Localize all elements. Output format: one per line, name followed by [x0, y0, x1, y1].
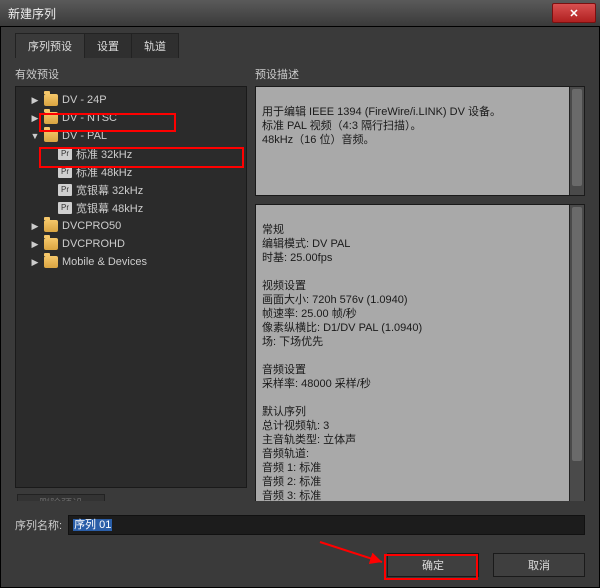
tree-folder-dvcprohd[interactable]: ▶ DVCPROHD [16, 235, 246, 253]
chevron-right-icon[interactable]: ▶ [30, 221, 40, 232]
tree-preset-std32[interactable]: Pr 标准 32kHz [16, 145, 246, 163]
tab-presets[interactable]: 序列预设 [15, 33, 85, 58]
sequence-name-value: 序列 01 [73, 519, 112, 531]
window-title: 新建序列 [4, 5, 552, 22]
folder-icon [44, 238, 58, 250]
ok-button[interactable]: 确定 [387, 553, 479, 577]
tree-label: 标准 32kHz [76, 146, 132, 162]
tree-folder-dvpal[interactable]: ▼ DV - PAL [16, 127, 246, 145]
scrollbar[interactable] [569, 205, 584, 501]
tab-strip: 序列预设 设置 轨道 [1, 27, 599, 58]
left-panel-label: 有效预设 [15, 62, 247, 86]
preset-description-summary: 用于编辑 IEEE 1394 (FireWire/i.LINK) DV 设备。 … [255, 86, 585, 196]
preset-icon: Pr [58, 184, 72, 196]
sequence-name-label: 序列名称: [15, 517, 62, 533]
description-text: 用于编辑 IEEE 1394 (FireWire/i.LINK) DV 设备。 … [262, 106, 501, 146]
tree-preset-ws32[interactable]: Pr 宽银幕 32kHz [16, 181, 246, 199]
folder-icon [44, 130, 58, 142]
folder-icon [44, 112, 58, 124]
tree-label: 宽银幕 48kHz [76, 200, 143, 216]
close-button[interactable]: ✕ [552, 3, 596, 23]
tree-preset-ws48[interactable]: Pr 宽银幕 48kHz [16, 199, 246, 217]
tree-folder-dv24p[interactable]: ▶ DV - 24P [16, 91, 246, 109]
tab-tracks[interactable]: 轨道 [132, 33, 179, 58]
preset-icon: Pr [58, 202, 72, 214]
scrollbar[interactable] [569, 87, 584, 195]
tree-label: Mobile & Devices [62, 256, 147, 268]
preset-description-details: 常规 编辑模式: DV PAL 时基: 25.00fps 视频设置 画面大小: … [255, 204, 585, 501]
folder-icon [44, 220, 58, 232]
title-bar: 新建序列 ✕ [0, 0, 600, 26]
chevron-right-icon[interactable]: ▶ [30, 257, 40, 268]
chevron-right-icon[interactable]: ▶ [30, 113, 40, 124]
tree-label: DV - 24P [62, 94, 107, 106]
delete-preset-button: 删除预设 [17, 494, 105, 501]
chevron-down-icon[interactable]: ▼ [30, 131, 40, 141]
preset-icon: Pr [58, 148, 72, 160]
tree-preset-std48[interactable]: Pr 标准 48kHz [16, 163, 246, 181]
tree-label: DVCPROHD [62, 238, 125, 250]
chevron-right-icon[interactable]: ▶ [30, 95, 40, 106]
tree-label: 标准 48kHz [76, 164, 132, 180]
close-icon: ✕ [569, 7, 578, 20]
preset-tree[interactable]: ▶ DV - 24P ▶ DV - NTSC ▼ DV - PAL [15, 86, 247, 488]
chevron-right-icon[interactable]: ▶ [30, 239, 40, 250]
tree-label: DV - PAL [62, 130, 107, 142]
right-panel-label: 预设描述 [255, 62, 585, 86]
folder-icon [44, 256, 58, 268]
tree-folder-mobile[interactable]: ▶ Mobile & Devices [16, 253, 246, 271]
sequence-name-input[interactable]: 序列 01 [68, 515, 585, 535]
tree-label: 宽银幕 32kHz [76, 182, 143, 198]
tree-folder-dvcpro50[interactable]: ▶ DVCPRO50 [16, 217, 246, 235]
tab-settings[interactable]: 设置 [85, 33, 132, 58]
description-text: 常规 编辑模式: DV PAL 时基: 25.00fps 视频设置 画面大小: … [262, 224, 422, 501]
tree-folder-dvntsc[interactable]: ▶ DV - NTSC [16, 109, 246, 127]
cancel-button[interactable]: 取消 [493, 553, 585, 577]
tree-label: DV - NTSC [62, 112, 117, 124]
tree-label: DVCPRO50 [62, 220, 121, 232]
preset-icon: Pr [58, 166, 72, 178]
folder-icon [44, 94, 58, 106]
